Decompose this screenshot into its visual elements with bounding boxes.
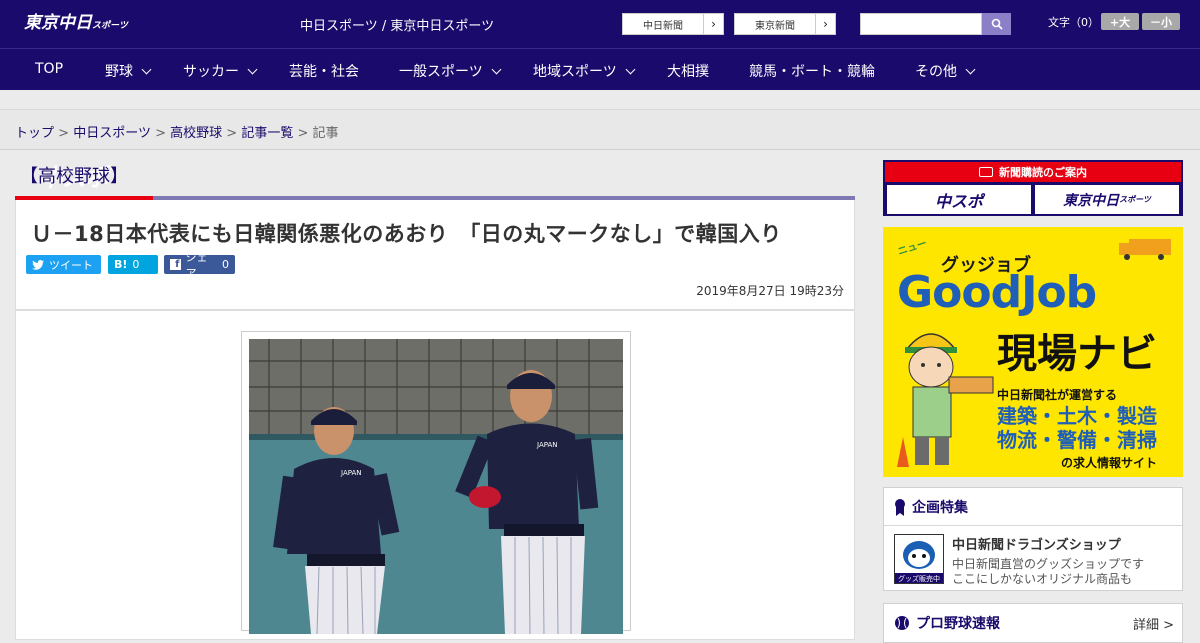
chevron-down-icon	[965, 64, 976, 74]
hatena-bookmark-button[interactable]: B! 0	[108, 255, 158, 274]
search-input[interactable]	[860, 13, 982, 35]
font-larger-button[interactable]: +大	[1101, 13, 1139, 30]
feature-item-title: 中日新聞ドラゴンズショップ	[952, 538, 1121, 553]
subscription-banner[interactable]: 新聞購読のご案内 中スポ 東京中日 スポーツ	[883, 160, 1183, 216]
chevron-right-icon: ›	[815, 14, 835, 34]
facebook-count: 0	[222, 258, 229, 271]
site-name: 中日スポーツ / 東京中日スポーツ	[300, 19, 495, 34]
search-icon	[991, 18, 1003, 30]
font-size-label: 文字（0）	[1048, 16, 1099, 29]
facebook-icon: f	[170, 259, 181, 270]
facebook-share-button[interactable]: f シェア 0	[164, 251, 235, 280]
svg-text:の求人情報サイト: の求人情報サイト	[1061, 455, 1157, 470]
main-nav: TOP 野球 サッカー 芸能・社会 一般スポーツ 地域スポーツ 大相撲 競馬・ボ…	[0, 48, 1200, 90]
feature-item-desc-2: ここにしかないオリジナル商品も	[952, 572, 1133, 586]
chevron-down-icon	[625, 64, 636, 74]
nav-item-soccer[interactable]: サッカー	[183, 61, 258, 81]
feature-item-dragons-shop[interactable]: グッズ販売中 中日新聞ドラゴンズショップ 中日新聞直営のグッズショップです ここ…	[884, 526, 1182, 590]
chevron-down-icon	[141, 64, 152, 74]
svg-text:中日新聞社が運営する: 中日新聞社が運営する	[997, 387, 1117, 402]
tokyo-shimbun-link[interactable]: 東京新聞 ›	[734, 13, 836, 35]
nav-item-baseball[interactable]: 野球	[105, 61, 152, 81]
search-button[interactable]	[982, 13, 1011, 35]
breadcrumb-separator: >	[226, 126, 238, 141]
hatena-icon: B!	[114, 258, 128, 271]
nav-item-top[interactable]: TOP	[35, 61, 63, 77]
article-headline: Ｕ－18日本代表にも日韓関係悪化のあおり 「日の丸マークなし」で韓国入り	[31, 222, 782, 246]
nav-item-local-sports[interactable]: 地域スポーツ	[533, 61, 636, 81]
font-smaller-button[interactable]: －小	[1142, 13, 1180, 30]
dragons-shop-thumbnail: グッズ販売中	[894, 534, 944, 584]
breadcrumb-high-school-baseball[interactable]: 高校野球	[170, 126, 222, 141]
nav-item-general-sports[interactable]: 一般スポーツ	[399, 61, 502, 81]
chevron-down-icon	[491, 64, 502, 74]
nav-item-other[interactable]: その他	[915, 61, 976, 81]
article-photo-frame: JAPAN JAPAN	[241, 331, 631, 634]
baseball-scores-panel: プロ野球速報 詳細 >	[883, 603, 1183, 643]
publish-date: 2019年8月27日 19時23分	[696, 284, 844, 298]
ad-strip	[0, 90, 1200, 110]
nav-item-racing[interactable]: 競馬・ボート・競輪	[749, 61, 875, 81]
breadcrumb-separator: >	[58, 126, 70, 141]
feature-panel: 企画特集 グッズ販売中 中日新聞ドラゴンズショップ 中日新聞直営のグッズショップ…	[883, 487, 1183, 591]
svg-text:建築・土木・製造: 建築・土木・製造	[997, 404, 1158, 428]
breadcrumb-article-list[interactable]: 記事一覧	[241, 126, 293, 141]
twitter-icon	[32, 259, 44, 270]
subscribe-tokyo-chunichi[interactable]: 東京中日 スポーツ	[1035, 185, 1179, 214]
breadcrumb-top[interactable]: トップ	[15, 126, 54, 141]
ribbon-icon	[895, 498, 905, 516]
subscribe-chuspo[interactable]: 中スポ	[887, 185, 1031, 214]
svg-text:現場ナビ: 現場ナビ	[997, 331, 1157, 377]
tweet-button[interactable]: ツイート	[26, 255, 101, 274]
breadcrumb-separator: >	[297, 126, 309, 141]
article-header: Ｕ－18日本代表にも日韓関係悪化のあおり 「日の丸マークなし」で韓国入り ツイー…	[15, 200, 855, 310]
svg-text:JAPAN: JAPAN	[340, 469, 362, 477]
players-photo: JAPAN JAPAN	[249, 339, 623, 634]
nav-item-sumo[interactable]: 大相撲	[667, 61, 709, 81]
feature-heading: 企画特集	[912, 499, 968, 516]
breadcrumb: トップ > 中日スポーツ > 高校野球 > 記事一覧 > 記事	[0, 110, 1200, 150]
svg-text:グッズ販売中: グッズ販売中	[898, 574, 940, 583]
svg-text:JAPAN: JAPAN	[536, 441, 558, 449]
site-logo[interactable]: 中スポ 東京中日スポーツ	[24, 8, 128, 192]
breadcrumb-current: 記事	[312, 126, 339, 141]
chevron-right-icon: ›	[703, 14, 723, 34]
svg-text:ニュー: ニュー	[897, 238, 929, 258]
goodjob-ad-banner[interactable]: グッジョブ GoodJob ニュー 現場ナビ 中日新聞社が運営する 建築・土木・…	[883, 227, 1183, 477]
svg-text:物流・警備・清掃: 物流・警備・清掃	[997, 428, 1157, 452]
article-body: JAPAN JAPAN	[15, 310, 855, 640]
chunichi-shimbun-link[interactable]: 中日新聞 ›	[622, 13, 724, 35]
breadcrumb-separator: >	[155, 126, 166, 141]
nav-item-entertainment[interactable]: 芸能・社会	[289, 61, 359, 81]
chevron-down-icon	[247, 64, 258, 74]
baseball-heading: プロ野球速報	[916, 616, 1000, 632]
hatena-count: 0	[132, 258, 140, 271]
category-title: 【高校野球】	[20, 166, 128, 187]
site-header: 中スポ 東京中日スポーツ 中日スポーツ / 東京中日スポーツ 中日新聞 › 東京…	[0, 0, 1200, 192]
logo-tokyo-chunichi: 東京中日スポーツ	[24, 13, 128, 33]
subscription-title: 新聞購読のご案内	[999, 166, 1087, 179]
breadcrumb-chunichi-sports[interactable]: 中日スポーツ	[73, 126, 151, 141]
newspaper-icon	[979, 167, 993, 177]
svg-text:GoodJob: GoodJob	[897, 267, 1096, 318]
baseball-icon	[895, 616, 909, 630]
article-column: 【高校野球】 Ｕ－18日本代表にも日韓関係悪化のあおり 「日の丸マークなし」で韓…	[15, 150, 855, 640]
article-photo[interactable]: JAPAN JAPAN	[249, 339, 623, 634]
